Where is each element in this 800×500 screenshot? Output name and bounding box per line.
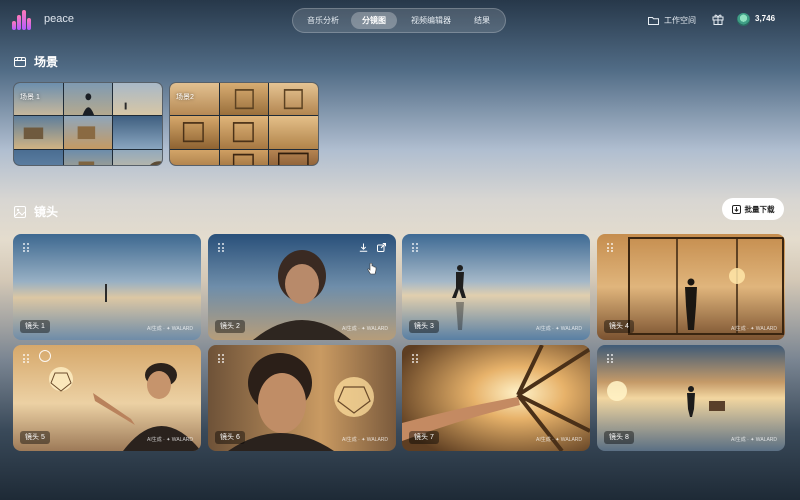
workspace-icon [648, 16, 659, 25]
tab-music-analysis[interactable]: 音乐分析 [299, 12, 347, 29]
watermark: AI生成 · ✦ WALARD [536, 326, 582, 332]
watermark: AI生成 · ✦ WALARD [342, 326, 388, 332]
shot-card-7[interactable]: 镜头 7 AI生成 · ✦ WALARD [402, 345, 590, 451]
shot-card-5[interactable]: 镜头 5 AI生成 · ✦ WALARD [13, 345, 201, 451]
scene-label: 场景 1 [20, 94, 40, 101]
shot-label: 镜头 5 [20, 431, 50, 444]
download-icon[interactable] [359, 243, 368, 252]
shot-label: 镜头 6 [215, 431, 245, 444]
drag-handle-icon[interactable] [412, 243, 418, 252]
batch-download-button[interactable]: 批量下载 [722, 198, 784, 220]
watermark: AI生成 · ✦ WALARD [342, 437, 388, 443]
scene-label: 场景2 [176, 94, 194, 101]
app-name: peace [44, 13, 74, 25]
shot-card-3[interactable]: 镜头 3 AI生成 · ✦ WALARD [402, 234, 590, 340]
tab-results[interactable]: 结果 [463, 12, 501, 29]
tab-storyboard[interactable]: 分镜图 [351, 12, 397, 29]
share-icon[interactable] [377, 243, 386, 252]
shot-section-icon [14, 205, 26, 218]
drag-handle-icon[interactable] [23, 243, 29, 252]
scene-card-2[interactable]: 场景2 [169, 82, 319, 166]
shot-card-4[interactable]: 镜头 4 AI生成 · ✦ WALARD [597, 234, 785, 340]
scene-card-1[interactable]: 场景 1 [13, 82, 163, 166]
workspace-button[interactable]: 工作空间 [648, 12, 696, 28]
shot-label: 镜头 1 [20, 320, 50, 333]
scene-thumb-figure [82, 93, 94, 116]
shot-label: 镜头 7 [409, 431, 439, 444]
shot-card-2[interactable]: 镜头 2 AI生成 · ✦ WALARD [208, 234, 396, 340]
drag-handle-icon[interactable] [607, 243, 613, 252]
shot-card-6[interactable]: 镜头 6 AI生成 · ✦ WALARD [208, 345, 396, 451]
watermark: AI生成 · ✦ WALARD [731, 437, 777, 443]
main-nav: 音乐分析 分镜图 视频编辑器 结果 [292, 8, 506, 33]
watermark: AI生成 · ✦ WALARD [147, 437, 193, 443]
watermark: AI生成 · ✦ WALARD [731, 326, 777, 332]
avatar[interactable] [737, 13, 750, 26]
drag-handle-icon[interactable] [218, 354, 224, 363]
shot-label: 镜头 3 [409, 320, 439, 333]
shots-heading: 镜头 [14, 203, 58, 220]
batch-download-label: 批量下载 [744, 204, 775, 214]
drag-handle-icon[interactable] [23, 354, 29, 363]
scene-section-icon [14, 56, 26, 67]
pointer-cursor-icon [367, 263, 377, 275]
shot-label: 镜头 4 [604, 320, 634, 333]
gift-icon[interactable] [712, 13, 724, 25]
credits-count: 3,746 [755, 14, 776, 23]
select-checkbox[interactable] [39, 350, 51, 362]
shots-title: 镜头 [34, 205, 59, 219]
top-bar: peace 音乐分析 分镜图 视频编辑器 结果 工作空间 3,746 [0, 0, 800, 40]
shot-label: 镜头 2 [215, 320, 245, 333]
workspace-label: 工作空间 [664, 15, 696, 25]
drag-handle-icon[interactable] [412, 354, 418, 363]
shot-card-1[interactable]: 镜头 1 AI生成 · ✦ WALARD [13, 234, 201, 340]
logo-icon[interactable] [12, 10, 34, 30]
watermark: AI生成 · ✦ WALARD [147, 326, 193, 332]
shot-toolbar [359, 243, 386, 252]
shot-label: 镜头 8 [604, 431, 634, 444]
watermark: AI生成 · ✦ WALARD [536, 437, 582, 443]
drag-handle-icon[interactable] [607, 354, 613, 363]
batch-download-icon [731, 204, 741, 214]
drag-handle-icon[interactable] [218, 243, 224, 252]
shot-card-8[interactable]: 镜头 8 AI生成 · ✦ WALARD [597, 345, 785, 451]
tab-video-editor[interactable]: 视频编辑器 [403, 12, 459, 29]
scenes-title: 场景 [34, 55, 59, 69]
scenes-heading: 场景 [14, 53, 58, 70]
